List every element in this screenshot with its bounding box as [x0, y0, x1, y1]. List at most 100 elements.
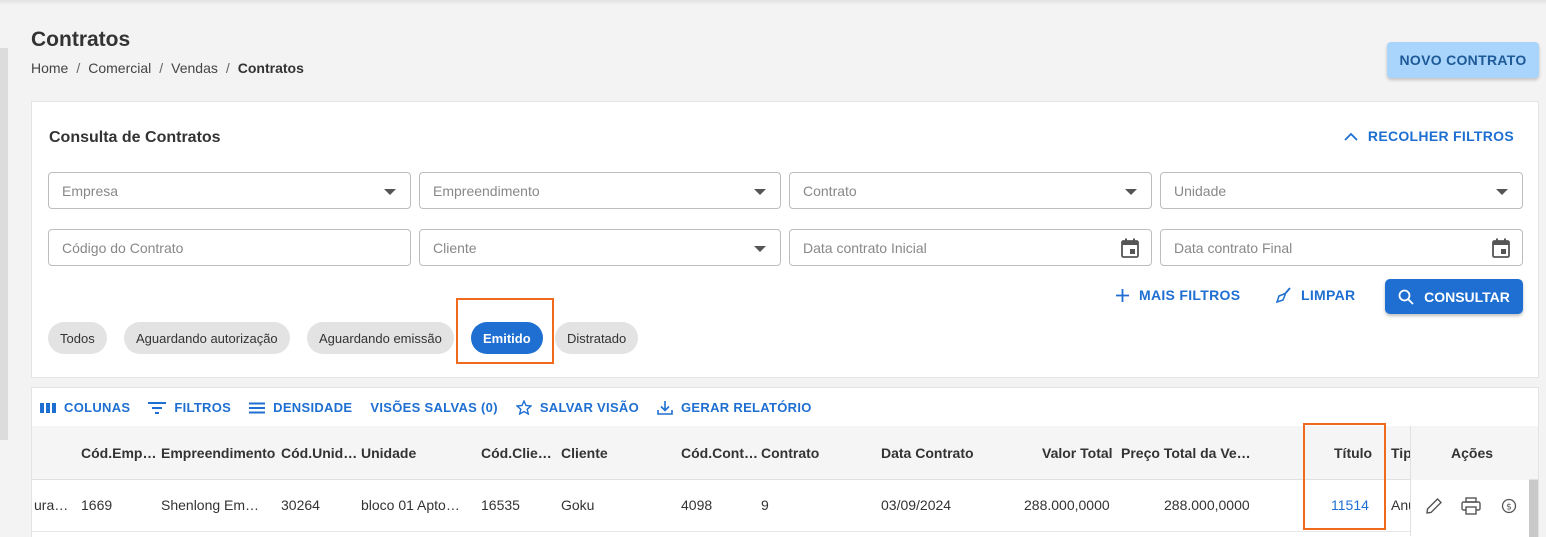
column-header[interactable]: Cód.Emp… [81, 445, 156, 461]
highlight-box [1303, 423, 1386, 530]
empresa-select[interactable]: Empresa [48, 172, 411, 209]
download-icon [657, 401, 673, 415]
broom-icon [1276, 287, 1291, 303]
column-header[interactable]: Cód.Cont… [681, 445, 758, 461]
filters-button[interactable]: FILTROS [148, 400, 231, 415]
breadcrumb-vendas[interactable]: Vendas [171, 60, 218, 76]
left-scrollbar[interactable] [0, 48, 8, 440]
calendar-icon[interactable] [1121, 238, 1139, 258]
density-icon [249, 402, 266, 413]
table-cell: 03/09/2024 [881, 497, 952, 513]
clear-button[interactable]: LIMPAR [1276, 287, 1355, 303]
page-title: Contratos [31, 28, 131, 51]
table-cell: ura… [34, 497, 69, 513]
filters-label: FILTROS [174, 400, 232, 415]
table-cell: Shenlong Em… [161, 497, 260, 513]
dropdown-arrow-icon [754, 246, 766, 252]
column-header[interactable]: Unidade [361, 445, 416, 461]
table-cell: 288.000,0000 [1164, 497, 1250, 513]
table-cell: Goku [561, 497, 595, 513]
data-inicial-input[interactable]: Data contrato Inicial [789, 229, 1152, 266]
breadcrumb: Home / Comercial / Vendas / Contratos [31, 60, 304, 76]
more-filters-button[interactable]: MAIS FILTROS [1115, 287, 1240, 303]
filter-list-icon [148, 401, 167, 414]
calendar-icon[interactable] [1492, 238, 1510, 258]
financial-icon[interactable]: $ [1501, 498, 1517, 514]
columns-icon [40, 402, 56, 413]
column-header[interactable]: Tip [1391, 445, 1412, 461]
column-header[interactable]: Cliente [561, 445, 608, 461]
dropdown-arrow-icon [1496, 189, 1508, 195]
unidade-select[interactable]: Unidade [1160, 172, 1523, 209]
contracts-grid: COLUNAS FILTROS DENSIDADE VISÕES SALVAS … [31, 387, 1539, 537]
table-cell: 16535 [481, 497, 520, 513]
breadcrumb-separator: / [225, 60, 230, 76]
column-header[interactable]: Empreendimento [161, 445, 275, 461]
generate-report-button[interactable]: GERAR RELATÓRIO [657, 400, 812, 415]
table-cell: 288.000,0000 [1024, 497, 1110, 513]
columns-label: COLUNAS [64, 400, 131, 415]
saved-views-button[interactable]: VISÕES SALVAS (0) [370, 400, 497, 415]
collapse-filters-label: RECOLHER FILTROS [1367, 128, 1514, 144]
column-header[interactable]: Valor Total [1042, 445, 1113, 461]
new-contract-button[interactable]: NOVO CONTRATO [1387, 42, 1539, 78]
table-cell: 30264 [281, 497, 320, 513]
table-cell: bloco 01 Apto… [361, 497, 460, 513]
columns-button[interactable]: COLUNAS [40, 400, 130, 415]
actions-cell: $ [1411, 480, 1530, 536]
breadcrumb-home[interactable]: Home [31, 60, 68, 76]
column-header[interactable]: Cód.Clie… [481, 445, 552, 461]
breadcrumb-separator: / [76, 60, 81, 76]
breadcrumb-current: Contratos [237, 60, 304, 76]
highlight-box [456, 298, 554, 364]
grid-scrollbar[interactable] [1529, 480, 1538, 537]
plus-icon [1116, 288, 1129, 302]
table-cell: 1669 [81, 497, 113, 513]
column-header[interactable]: Cód.Unid… [281, 445, 357, 461]
svg-text:$: $ [1506, 503, 1512, 513]
column-header[interactable]: Preço Total da Ve… [1121, 445, 1251, 461]
generate-report-label: GERAR RELATÓRIO [681, 400, 812, 415]
empreendimento-placeholder: Empreendimento [433, 183, 540, 199]
search-button[interactable]: CONSULTAR [1385, 279, 1523, 314]
actions-column: Ações $ [1410, 426, 1530, 536]
density-button[interactable]: DENSIDADE [249, 400, 352, 415]
status-chip-aguardando-emissao[interactable]: Aguardando emissão [307, 322, 454, 354]
dropdown-arrow-icon [1125, 189, 1137, 195]
empreendimento-select[interactable]: Empreendimento [419, 172, 781, 209]
chevron-up-icon [1344, 132, 1358, 141]
table-cell: 9 [761, 497, 769, 513]
cliente-placeholder: Cliente [433, 240, 477, 256]
grid-toolbar: COLUNAS FILTROS DENSIDADE VISÕES SALVAS … [40, 400, 812, 415]
column-header[interactable]: Data Contrato [881, 445, 974, 461]
status-chip-distratado[interactable]: Distratado [555, 322, 639, 354]
breadcrumb-separator: / [159, 60, 164, 76]
cliente-select[interactable]: Cliente [419, 229, 781, 266]
codigo-contrato-placeholder: Código do Contrato [62, 240, 184, 256]
data-final-input[interactable]: Data contrato Final [1160, 229, 1523, 266]
unidade-placeholder: Unidade [1174, 183, 1227, 199]
density-label: DENSIDADE [273, 400, 353, 415]
status-chip-aguardando-autorizacao[interactable]: Aguardando autorização [124, 322, 290, 354]
dropdown-arrow-icon [384, 189, 396, 195]
table-cell: 4098 [681, 497, 713, 513]
column-header[interactable]: Contrato [761, 445, 819, 461]
edit-icon[interactable] [1425, 497, 1443, 515]
codigo-contrato-input[interactable]: Código do Contrato [48, 229, 411, 266]
contrato-select[interactable]: Contrato [789, 172, 1152, 209]
status-chip-todos[interactable]: Todos [48, 322, 107, 354]
search-icon [1398, 289, 1414, 305]
save-view-label: SALVAR VISÃO [539, 400, 640, 415]
contrato-placeholder: Contrato [803, 183, 857, 199]
collapse-filters-button[interactable]: RECOLHER FILTROS [1344, 128, 1514, 144]
more-filters-label: MAIS FILTROS [1139, 287, 1241, 303]
column-header: Ações [1451, 445, 1494, 461]
saved-views-label: VISÕES SALVAS (0) [370, 400, 498, 415]
save-view-button[interactable]: SALVAR VISÃO [515, 400, 640, 415]
breadcrumb-comercial[interactable]: Comercial [88, 60, 151, 76]
star-icon [515, 400, 532, 415]
search-label: CONSULTAR [1424, 288, 1510, 305]
data-inicial-placeholder: Data contrato Inicial [803, 240, 927, 256]
clear-label: LIMPAR [1301, 287, 1356, 303]
print-icon[interactable] [1461, 497, 1481, 515]
